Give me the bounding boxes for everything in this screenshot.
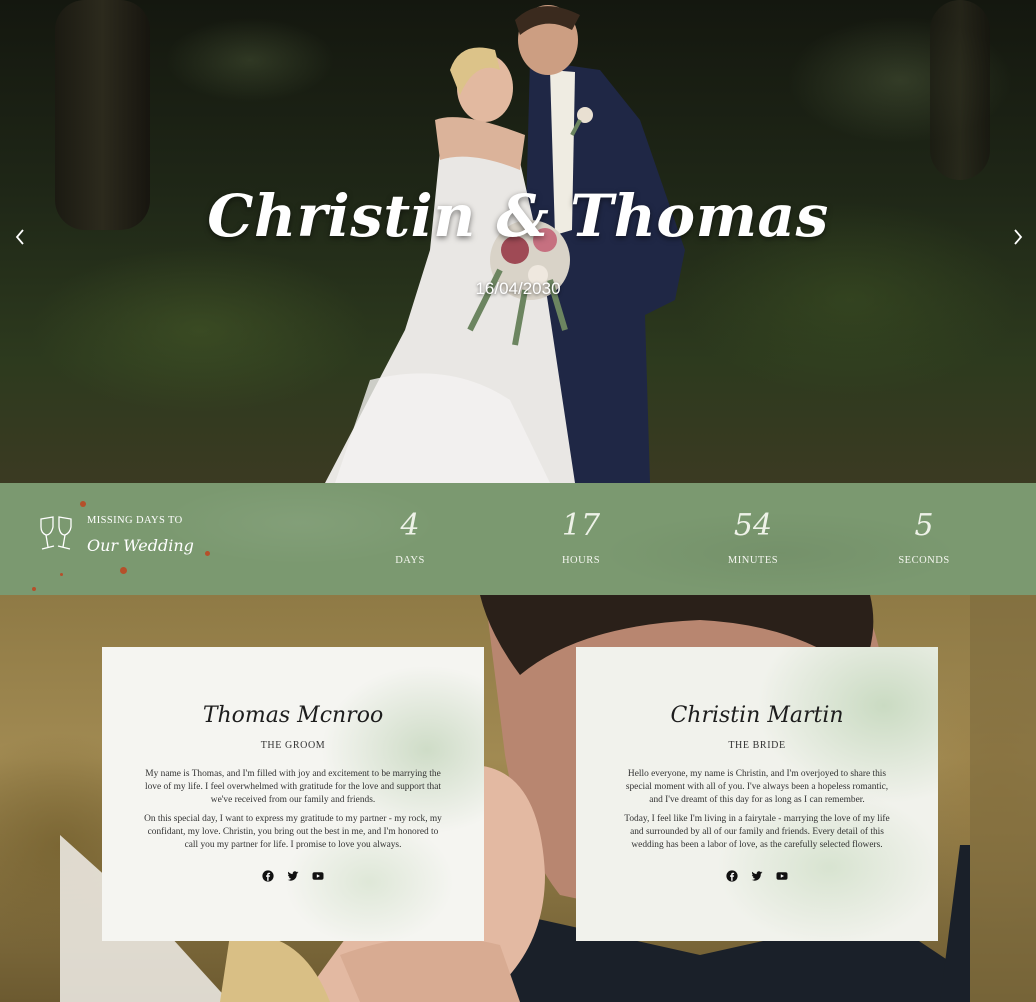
countdown-unit: SECONDS	[898, 555, 950, 566]
groom-name: Thomas Mcnroo	[202, 703, 384, 728]
countdown-label-top: MISSING DAYS TO	[87, 515, 183, 526]
twitter-icon[interactable]	[751, 870, 763, 882]
paint-splatter-decoration	[80, 501, 86, 507]
countdown-value: 54	[733, 508, 773, 543]
facebook-icon[interactable]	[262, 870, 274, 882]
bride-role: THE BRIDE	[728, 740, 786, 751]
countdown-value: 4	[400, 508, 420, 543]
hero-title: Christin & Thomas	[207, 182, 829, 250]
countdown-label-main: Our Wedding	[87, 536, 194, 555]
groom-bio-paragraph: My name is Thomas, and I'm filled with j…	[144, 769, 441, 805]
groom-bio: My name is Thomas, and I'm filled with j…	[143, 768, 443, 852]
chevron-left-icon[interactable]	[10, 228, 30, 252]
bride-card: Christin Martin THE BRIDE Hello everyone…	[576, 647, 938, 941]
facebook-icon[interactable]	[726, 870, 738, 882]
groom-social-links	[102, 870, 484, 882]
bride-bio-paragraph: Today, I feel like I'm living in a fairy…	[624, 814, 890, 850]
groom-card: Thomas Mcnroo THE GROOM My name is Thoma…	[102, 647, 484, 941]
bride-name: Christin Martin	[670, 703, 844, 728]
chevron-right-icon[interactable]	[1008, 228, 1028, 252]
countdown-seconds: 5 SECONDS	[864, 507, 984, 566]
countdown-value: 5	[914, 508, 934, 543]
youtube-icon[interactable]	[312, 870, 324, 882]
youtube-icon[interactable]	[776, 870, 788, 882]
bride-social-links	[576, 870, 938, 882]
countdown-value: 17	[561, 508, 601, 543]
countdown-minutes: 54 MINUTES	[693, 507, 813, 566]
wedding-page: Christin & Thomas 16/04/2030 MISSING DAY…	[0, 0, 1036, 1002]
bride-bio: Hello everyone, my name is Christin, and…	[620, 768, 895, 852]
countdown-unit: MINUTES	[727, 555, 779, 566]
groom-bio-paragraph: On this special day, I want to express m…	[144, 814, 442, 850]
tree-trunk-decoration	[930, 0, 990, 180]
paint-splatter-decoration	[205, 551, 210, 556]
champagne-glasses-icon	[40, 516, 72, 550]
paint-splatter-decoration	[120, 567, 127, 574]
countdown-days: 4 DAYS	[350, 507, 470, 566]
twitter-icon[interactable]	[287, 870, 299, 882]
countdown-unit: HOURS	[561, 555, 601, 566]
wedding-date: 16/04/2030	[475, 279, 561, 298]
countdown-unit: DAYS	[395, 555, 425, 566]
bride-bio-paragraph: Hello everyone, my name is Christin, and…	[625, 769, 889, 805]
countdown-hours: 17 HOURS	[521, 507, 641, 566]
hero-slider: Christin & Thomas 16/04/2030	[0, 0, 1036, 483]
paint-splatter-decoration	[32, 587, 36, 591]
groom-role: THE GROOM	[260, 740, 326, 751]
countdown-section: MISSING DAYS TO Our Wedding 4 DAYS 17 HO…	[0, 483, 1036, 595]
couple-profiles-section: Thomas Mcnroo THE GROOM My name is Thoma…	[0, 595, 1036, 1002]
paint-splatter-decoration	[60, 573, 63, 576]
